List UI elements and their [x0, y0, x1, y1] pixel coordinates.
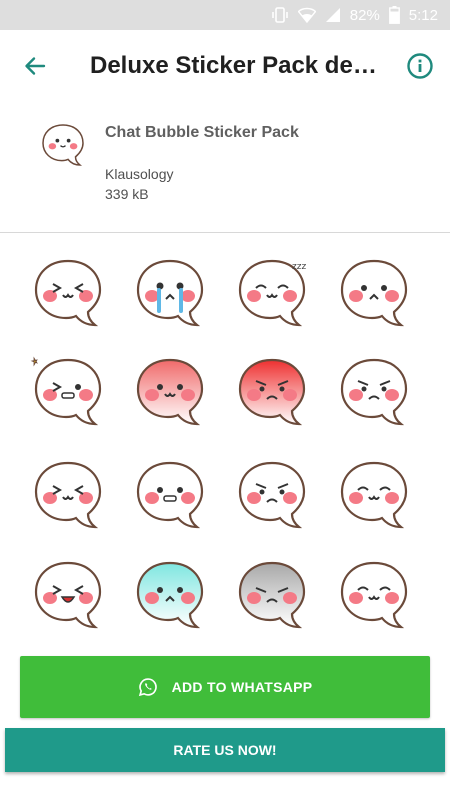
sticker-happy[interactable]	[28, 455, 108, 535]
pack-header: Chat Bubble Sticker Pack Klausology 339 …	[0, 102, 450, 232]
whatsapp-icon	[138, 678, 157, 697]
add-to-whatsapp-button[interactable]: ADD TO WHATSAPP	[20, 656, 430, 718]
rate-us-button[interactable]: RATE US NOW!	[5, 728, 445, 772]
sticker-angry[interactable]	[232, 352, 312, 432]
info-button[interactable]	[406, 52, 434, 80]
sticker-laugh[interactable]	[28, 555, 108, 635]
sticker-wink[interactable]	[28, 352, 108, 432]
clock: 5:12	[408, 6, 438, 24]
sticker-squint[interactable]	[28, 253, 108, 333]
sticker-sleep[interactable]: zzz	[232, 253, 312, 333]
sticker-blush[interactable]	[130, 352, 210, 432]
rate-us-label: RATE US NOW!	[173, 742, 277, 758]
vibrate-icon	[271, 6, 289, 24]
info-icon	[407, 53, 433, 79]
sticker-mad[interactable]	[232, 455, 312, 535]
add-to-whatsapp-label: ADD TO WHATSAPP	[171, 679, 313, 695]
signal-icon	[325, 7, 341, 23]
arrow-back-icon	[25, 57, 46, 75]
sticker-annoyed[interactable]	[334, 352, 414, 432]
pack-size: 339 kB	[105, 186, 149, 202]
sticker-sad[interactable]	[232, 555, 312, 635]
pack-tray-icon	[38, 120, 88, 170]
pack-author: Klausology	[105, 166, 174, 182]
sticker-scared[interactable]	[130, 555, 210, 635]
sticker-content[interactable]	[334, 555, 414, 635]
wifi-icon	[297, 7, 316, 23]
sticker-cry[interactable]	[130, 253, 210, 333]
pack-name: Chat Bubble Sticker Pack	[105, 124, 299, 141]
sticker-smile[interactable]	[334, 455, 414, 535]
sticker-grin[interactable]	[130, 455, 210, 535]
sticker-shock[interactable]	[334, 253, 414, 333]
battery-icon	[388, 6, 400, 24]
page-title: Deluxe Sticker Pack det…	[90, 52, 380, 79]
svg-text:zzz: zzz	[292, 262, 306, 272]
sticker-grid: zzz	[0, 233, 450, 648]
app-bar: Deluxe Sticker Pack det…	[0, 30, 450, 102]
back-button[interactable]	[0, 30, 70, 102]
battery-percent: 82%	[349, 6, 380, 24]
status-bar: 82% 5:12	[0, 0, 450, 30]
